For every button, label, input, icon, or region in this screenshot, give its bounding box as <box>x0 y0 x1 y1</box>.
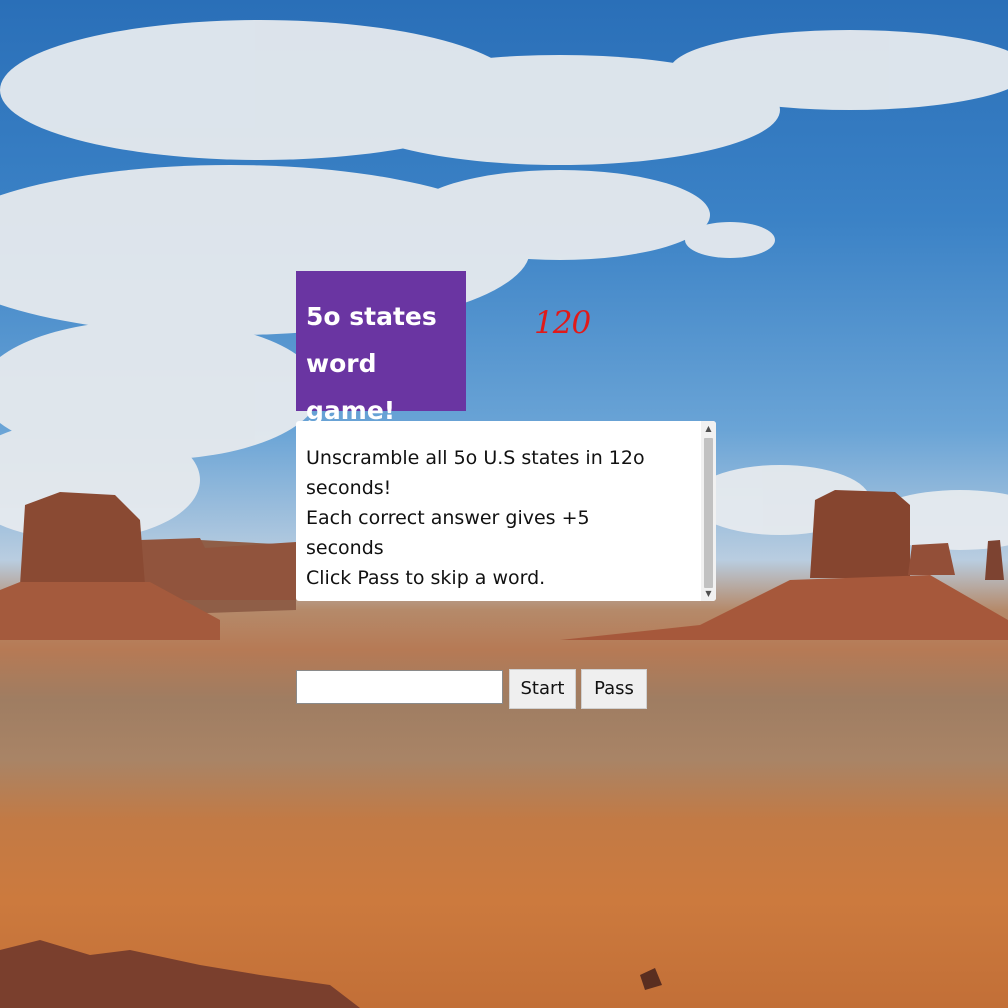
instructions-scrollbar[interactable]: ▲ ▼ <box>701 421 716 601</box>
instruction-line: Click Pass to skip a word. <box>306 567 546 589</box>
instruction-line: Unscramble all 5o U.S states in 12o <box>306 447 645 469</box>
instructions-panel[interactable]: Unscramble all 5o U.S states in 12o seco… <box>296 421 716 601</box>
countdown-timer: 120 <box>534 305 591 341</box>
instruction-line: seconds <box>306 537 384 559</box>
start-button[interactable]: Start <box>509 669 576 709</box>
scroll-up-arrow-icon[interactable]: ▲ <box>701 421 716 436</box>
game-title-line2: word game! <box>306 349 396 425</box>
answer-input[interactable] <box>296 670 503 704</box>
scroll-down-arrow-icon[interactable]: ▼ <box>701 586 716 601</box>
game-title: 5o states word game! <box>296 271 466 425</box>
instruction-line: Each correct answer gives +5 <box>306 507 590 529</box>
scroll-thumb[interactable] <box>704 438 713 588</box>
instructions-text: Unscramble all 5o U.S states in 12o seco… <box>306 443 696 593</box>
pass-button[interactable]: Pass <box>581 669 647 709</box>
game-title-line1: 5o states <box>306 302 437 331</box>
instruction-line: seconds! <box>306 477 392 499</box>
